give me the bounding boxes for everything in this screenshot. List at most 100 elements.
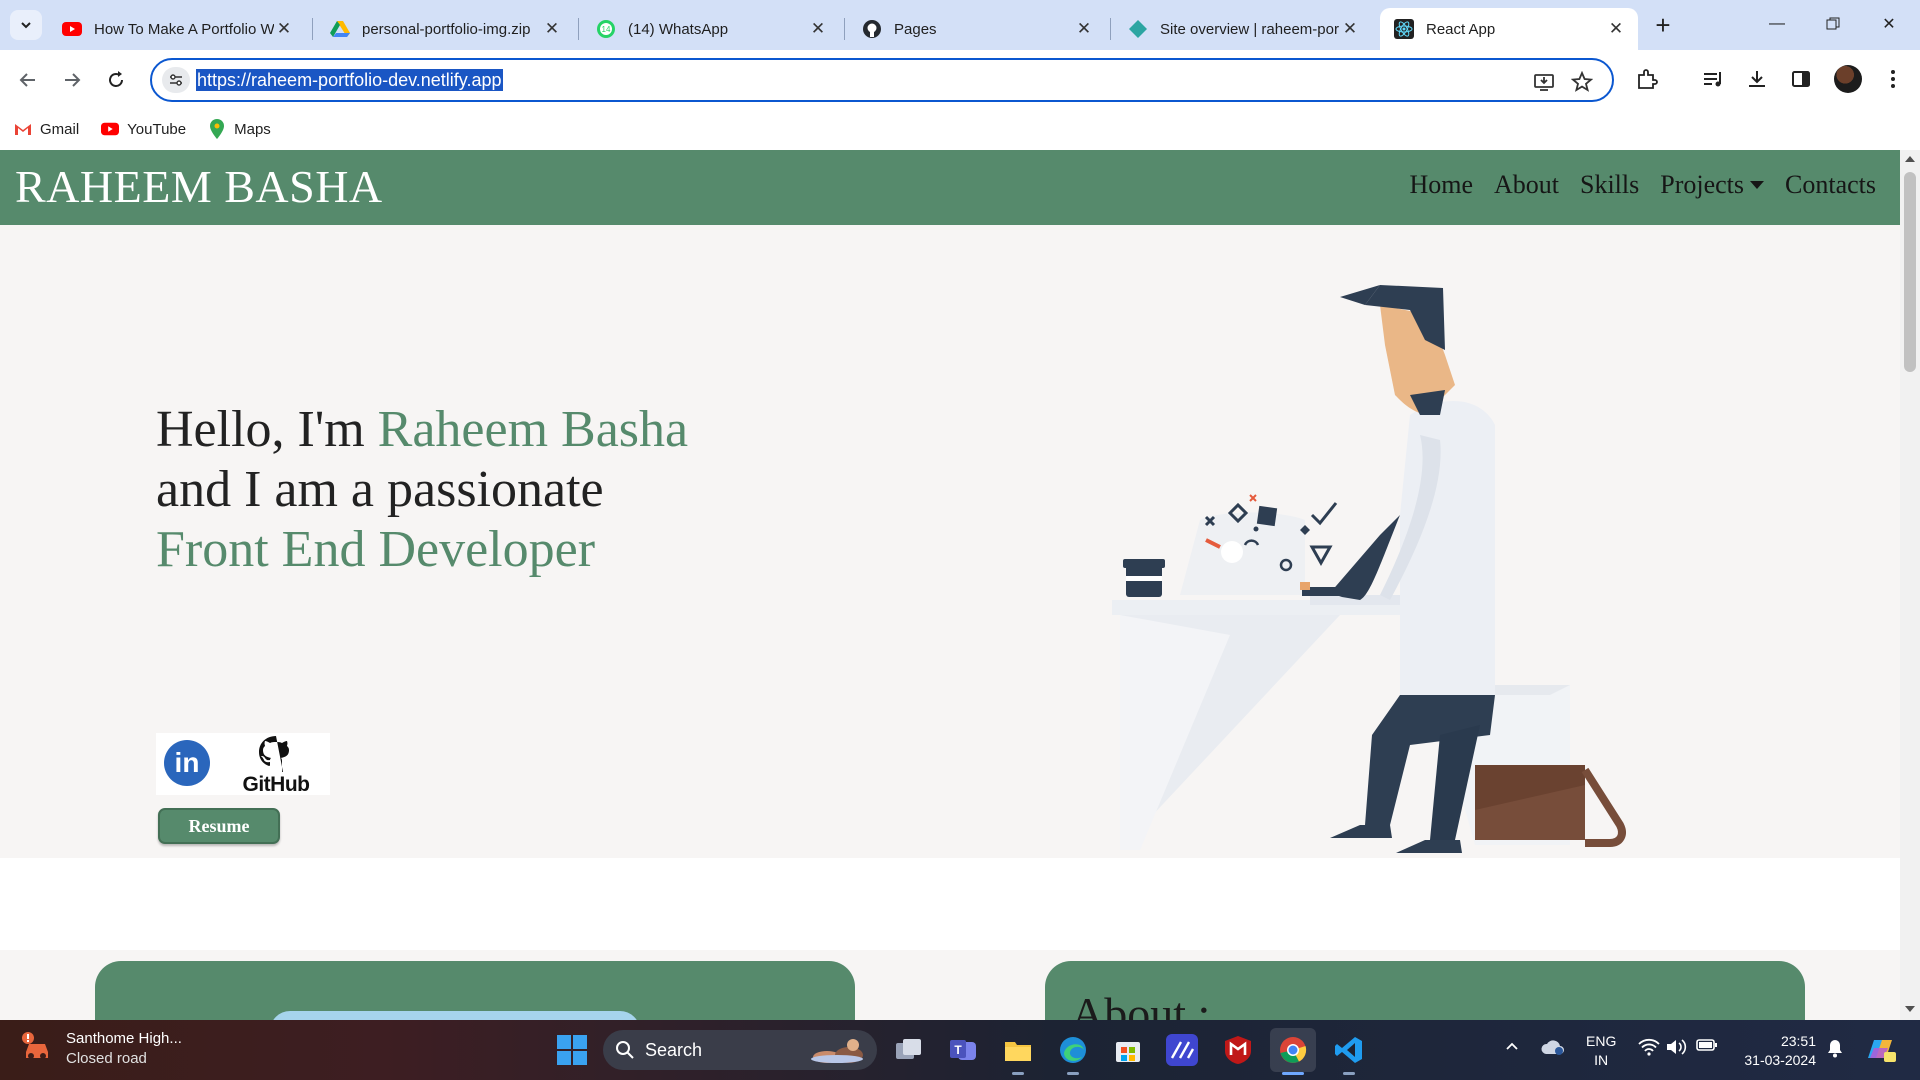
downloads-button[interactable]: [1742, 64, 1772, 94]
mcafee-icon[interactable]: [1222, 1034, 1254, 1066]
close-icon[interactable]: ✕: [1074, 19, 1094, 39]
side-panel-button[interactable]: [1786, 64, 1816, 94]
forward-button[interactable]: [56, 64, 88, 96]
tune-icon: [170, 74, 182, 86]
file-explorer-icon[interactable]: [1002, 1034, 1034, 1066]
bookmark-label: Maps: [234, 120, 271, 138]
tab-github-pages[interactable]: Pages ✕: [848, 8, 1106, 50]
nav-home[interactable]: Home: [1409, 170, 1473, 200]
reload-button[interactable]: [100, 64, 132, 96]
close-icon[interactable]: ✕: [1340, 19, 1360, 39]
netlify-icon: [1128, 19, 1148, 39]
github-link[interactable]: GitHub: [236, 735, 316, 796]
task-view-icon[interactable]: [893, 1034, 925, 1066]
site-brand[interactable]: RAHEEM BASHA: [15, 160, 383, 213]
close-icon[interactable]: ✕: [542, 19, 562, 39]
scroll-up-icon[interactable]: [1905, 156, 1915, 162]
microsoft-store-icon[interactable]: [1112, 1034, 1144, 1066]
page-scrollbar[interactable]: [1900, 150, 1920, 1020]
nav-skills[interactable]: Skills: [1580, 170, 1639, 200]
profile-avatar[interactable]: [1834, 65, 1862, 93]
star-icon: [1571, 71, 1593, 92]
chrome-icon[interactable]: [1270, 1028, 1316, 1072]
hero-name: Raheem Basha: [377, 401, 689, 458]
scroll-thumb[interactable]: [1904, 172, 1916, 372]
wifi-icon[interactable]: [1638, 1038, 1660, 1059]
new-tab-button[interactable]: +: [1648, 12, 1678, 40]
puzzle-icon: [1638, 69, 1658, 89]
clock-time: 23:51: [1780, 1033, 1816, 1049]
gmail-icon: [14, 120, 32, 138]
minimize-button[interactable]: —: [1754, 8, 1800, 40]
close-icon[interactable]: ✕: [1606, 19, 1626, 39]
bookmark-maps[interactable]: Maps: [208, 119, 271, 139]
taskbar-search[interactable]: Search: [603, 1030, 877, 1070]
site-info-button[interactable]: [162, 67, 190, 93]
bookmark-youtube[interactable]: YouTube: [101, 120, 186, 138]
active-indicator: [1282, 1072, 1304, 1075]
volume-icon[interactable]: [1665, 1038, 1687, 1059]
weather-widget[interactable]: Santhome High... Closed road: [20, 1030, 182, 1067]
bookmark-gmail[interactable]: Gmail: [14, 120, 79, 138]
install-app-button[interactable]: [1532, 70, 1556, 94]
close-icon[interactable]: ✕: [808, 19, 828, 39]
chrome-menu-button[interactable]: [1878, 64, 1908, 94]
weather-title: Santhome High...: [66, 1030, 182, 1047]
youtube-icon: [62, 19, 82, 39]
show-hidden-icons[interactable]: [1504, 1038, 1520, 1057]
tab-title: How To Make A Portfolio W: [94, 20, 274, 38]
install-icon: [1534, 74, 1554, 91]
svg-text:14: 14: [602, 25, 611, 34]
caret-down-icon: [1750, 181, 1764, 189]
tab-search-button[interactable]: [10, 10, 42, 40]
tab-strip: How To Make A Portfolio W ✕ personal-por…: [0, 0, 1920, 50]
extensions-button[interactable]: [1632, 64, 1662, 94]
about-title: About :: [1071, 988, 1211, 1020]
hero-greeting: Hello, I'm: [156, 401, 378, 458]
notifications-icon[interactable]: [1826, 1038, 1844, 1061]
close-icon[interactable]: ✕: [274, 19, 294, 39]
scroll-down-icon[interactable]: [1905, 1006, 1915, 1012]
teams-icon[interactable]: T: [947, 1034, 979, 1066]
copilot-icon[interactable]: [1864, 1034, 1896, 1067]
running-indicator: [1343, 1072, 1355, 1075]
nav-contacts[interactable]: Contacts: [1785, 170, 1876, 200]
tab-react-app[interactable]: React App ✕: [1380, 8, 1638, 50]
media-controls-button[interactable]: [1698, 64, 1728, 94]
resume-button[interactable]: Resume: [158, 808, 280, 844]
nav-about[interactable]: About: [1494, 170, 1559, 200]
tab-google-drive[interactable]: personal-portfolio-img.zip ✕: [316, 8, 574, 50]
restore-icon: [1826, 17, 1840, 30]
youtube-icon: [101, 120, 120, 138]
bookmark-star-button[interactable]: [1570, 70, 1594, 94]
language-indicator[interactable]: ENG IN: [1586, 1032, 1616, 1070]
github-icon: [259, 736, 289, 772]
tab-title: Site overview | raheem-por: [1160, 20, 1339, 38]
vscode-icon[interactable]: [1333, 1034, 1365, 1066]
tab-title: (14) WhatsApp: [628, 20, 729, 38]
windows-start-icon[interactable]: [557, 1035, 587, 1065]
close-window-button[interactable]: ✕: [1866, 8, 1912, 40]
battery-icon[interactable]: [1696, 1038, 1718, 1055]
close-icon: ✕: [1882, 16, 1896, 33]
nav-projects-dropdown[interactable]: Projects: [1660, 170, 1764, 200]
power-automate-icon[interactable]: [1166, 1034, 1198, 1066]
linkedin-icon[interactable]: in: [164, 740, 210, 786]
tab-youtube[interactable]: How To Make A Portfolio W ✕: [48, 8, 306, 50]
running-indicator: [1067, 1072, 1079, 1075]
address-bar[interactable]: https://raheem-portfolio-dev.netlify.app: [150, 58, 1614, 102]
restore-button[interactable]: [1810, 8, 1856, 40]
bookmark-label: YouTube: [127, 120, 187, 138]
edge-icon[interactable]: [1057, 1034, 1089, 1066]
tab-whatsapp[interactable]: 14 (14) WhatsApp ✕: [582, 8, 840, 50]
windows-taskbar: Santhome High... Closed road Search T EN…: [0, 1020, 1920, 1080]
back-button[interactable]: [12, 64, 44, 96]
download-icon: [1749, 71, 1765, 87]
arrow-left-icon: [19, 73, 35, 87]
tab-netlify[interactable]: Site overview | raheem-por ✕: [1114, 8, 1372, 50]
onedrive-icon[interactable]: [1540, 1038, 1566, 1059]
system-clock[interactable]: 23:51 31-03-2024: [1736, 1032, 1816, 1070]
maps-icon: [208, 119, 226, 139]
url-text[interactable]: https://raheem-portfolio-dev.netlify.app: [196, 69, 503, 91]
github-label: GitHub: [242, 773, 310, 796]
